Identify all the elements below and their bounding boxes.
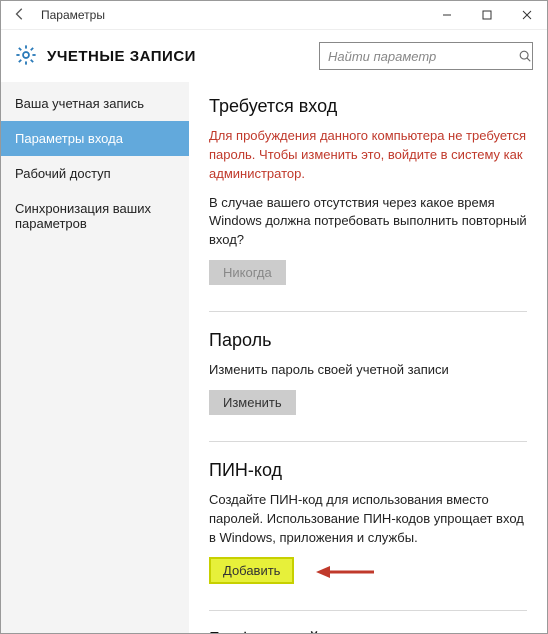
window-title: Параметры [41, 8, 105, 22]
page-title: УЧЕТНЫЕ ЗАПИСИ [47, 48, 196, 65]
maximize-button[interactable] [467, 2, 507, 29]
sidebar-item-label: Параметры входа [15, 131, 123, 146]
add-pin-button[interactable]: Добавить [209, 557, 294, 584]
sidebar-item-work-access[interactable]: Рабочий доступ [1, 156, 189, 191]
change-password-button[interactable]: Изменить [209, 390, 296, 415]
signin-question-text: В случае вашего отсутствия через какое в… [209, 194, 527, 251]
password-desc: Изменить пароль своей учетной записи [209, 361, 527, 380]
sidebar-item-label: Рабочий доступ [15, 166, 111, 181]
search-box[interactable] [319, 42, 533, 70]
section-title-signin-required: Требуется вход [209, 96, 527, 117]
admin-warning-text: Для пробуждения данного компьютера не тр… [209, 127, 527, 184]
sidebar-item-signin-options[interactable]: Параметры входа [1, 121, 189, 156]
settings-gear-icon [15, 44, 37, 69]
search-icon[interactable] [512, 49, 538, 63]
close-button[interactable] [507, 2, 547, 29]
sidebar-item-label: Синхронизация ваших параметров [15, 201, 151, 231]
section-divider [209, 311, 527, 312]
section-title-pin: ПИН-код [209, 460, 527, 481]
section-divider [209, 441, 527, 442]
require-signin-dropdown: Никогда [209, 260, 286, 285]
section-title-password: Пароль [209, 330, 527, 351]
content-pane: Требуется вход Для пробуждения данного к… [189, 82, 547, 633]
sidebar-item-label: Ваша учетная запись [15, 96, 144, 111]
sidebar-item-sync-settings[interactable]: Синхронизация ваших параметров [1, 191, 189, 241]
minimize-button[interactable] [427, 2, 467, 29]
search-input[interactable] [320, 49, 512, 64]
annotation-arrow-icon [316, 563, 376, 581]
section-title-picture-password: Графический пароль [209, 629, 527, 633]
back-button[interactable] [9, 7, 31, 24]
sidebar: Ваша учетная запись Параметры входа Рабо… [1, 82, 189, 633]
section-divider [209, 610, 527, 611]
sidebar-item-your-account[interactable]: Ваша учетная запись [1, 86, 189, 121]
pin-desc: Создайте ПИН-код для использования вмест… [209, 491, 527, 548]
